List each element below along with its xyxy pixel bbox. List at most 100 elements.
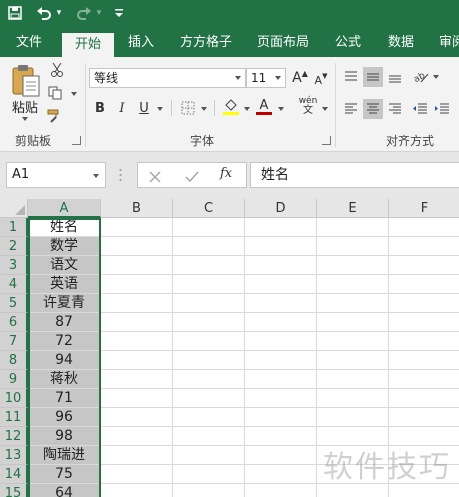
cell-d1[interactable] <box>245 218 317 237</box>
cell-a6[interactable]: 87 <box>28 313 101 332</box>
cell-d14[interactable] <box>245 465 317 484</box>
row-header-4[interactable]: 4 <box>0 275 28 294</box>
tab-home[interactable]: 开始 <box>62 33 114 57</box>
cell-d8[interactable] <box>245 351 317 370</box>
formula-input[interactable]: 姓名 <box>250 162 459 188</box>
cell-a7[interactable]: 72 <box>28 332 101 351</box>
orientation-dropdown-icon[interactable] <box>433 75 439 79</box>
cell-b9[interactable] <box>101 370 173 389</box>
cell-b7[interactable] <box>101 332 173 351</box>
cell-f11[interactable] <box>389 408 459 427</box>
cell-d2[interactable] <box>245 237 317 256</box>
tab-fangfang[interactable]: 方方格子 <box>172 26 240 57</box>
cell-a4[interactable]: 英语 <box>28 275 101 294</box>
cell-b2[interactable] <box>101 237 173 256</box>
formula-bar-grip-icon[interactable] <box>119 167 122 183</box>
cell-c2[interactable] <box>173 237 245 256</box>
row-header-3[interactable]: 3 <box>0 256 28 275</box>
font-size-dropdown[interactable]: 11 <box>246 68 286 88</box>
cell-c6[interactable] <box>173 313 245 332</box>
select-all-button[interactable] <box>0 199 28 218</box>
cell-b12[interactable] <box>101 427 173 446</box>
row-header-9[interactable]: 9 <box>0 370 28 389</box>
cell-d12[interactable] <box>245 427 317 446</box>
cell-e10[interactable] <box>317 389 389 408</box>
save-icon[interactable] <box>4 3 26 23</box>
paste-label[interactable]: 粘贴 <box>12 97 38 116</box>
cell-a5[interactable]: 许夏青 <box>28 294 101 313</box>
cell-c9[interactable] <box>173 370 245 389</box>
phonetic-dropdown-icon[interactable] <box>322 107 328 111</box>
cell-e8[interactable] <box>317 351 389 370</box>
fill-color-dropdown-icon[interactable] <box>244 107 250 111</box>
cell-a8[interactable]: 94 <box>28 351 101 370</box>
name-box[interactable]: A1 <box>6 162 106 188</box>
copy-icon[interactable] <box>46 84 64 102</box>
enter-icon[interactable] <box>185 169 199 183</box>
tab-data[interactable]: 数据 <box>378 26 424 57</box>
cell-c15[interactable] <box>173 484 245 497</box>
column-header-b[interactable]: B <box>101 199 173 218</box>
cell-e2[interactable] <box>317 237 389 256</box>
cell-d5[interactable] <box>245 294 317 313</box>
cell-b4[interactable] <box>101 275 173 294</box>
cell-a2[interactable]: 数学 <box>28 237 101 256</box>
cell-d10[interactable] <box>245 389 317 408</box>
borders-dropdown-icon[interactable] <box>201 107 207 111</box>
column-header-f[interactable]: F <box>389 199 459 218</box>
cell-f7[interactable] <box>389 332 459 351</box>
row-header-10[interactable]: 10 <box>0 389 28 408</box>
cell-c10[interactable] <box>173 389 245 408</box>
insert-function-button[interactable]: fx <box>220 166 232 181</box>
cell-c12[interactable] <box>173 427 245 446</box>
font-color-icon[interactable]: A <box>255 97 273 115</box>
cell-a13[interactable]: 陶瑞进 <box>28 446 101 465</box>
font-color-dropdown-icon[interactable] <box>278 107 284 111</box>
row-header-7[interactable]: 7 <box>0 332 28 351</box>
cell-e7[interactable] <box>317 332 389 351</box>
fill-color-icon[interactable] <box>222 97 240 115</box>
undo-icon[interactable] <box>34 3 54 23</box>
cell-b5[interactable] <box>101 294 173 313</box>
cell-c13[interactable] <box>173 446 245 465</box>
cell-b1[interactable] <box>101 218 173 237</box>
column-header-c[interactable]: C <box>173 199 245 218</box>
cell-d9[interactable] <box>245 370 317 389</box>
align-middle-icon[interactable] <box>363 67 383 87</box>
cell-c5[interactable] <box>173 294 245 313</box>
tab-review[interactable]: 审阅 <box>432 26 459 57</box>
paste-dropdown-icon[interactable] <box>22 117 28 121</box>
column-header-d[interactable]: D <box>245 199 317 218</box>
cell-f2[interactable] <box>389 237 459 256</box>
cell-c8[interactable] <box>173 351 245 370</box>
align-right-icon[interactable] <box>385 99 405 119</box>
undo-dropdown-icon[interactable]: ▾ <box>54 3 64 23</box>
cell-b13[interactable] <box>101 446 173 465</box>
bold-button[interactable]: B <box>91 99 109 117</box>
orientation-icon[interactable]: ab <box>410 66 430 86</box>
align-left-icon[interactable] <box>341 99 361 119</box>
cell-b3[interactable] <box>101 256 173 275</box>
align-top-icon[interactable] <box>341 67 361 87</box>
cell-e1[interactable] <box>317 218 389 237</box>
cell-a12[interactable]: 98 <box>28 427 101 446</box>
cell-a15[interactable]: 64 <box>28 484 101 497</box>
cell-e4[interactable] <box>317 275 389 294</box>
cell-d4[interactable] <box>245 275 317 294</box>
cell-a10[interactable]: 71 <box>28 389 101 408</box>
cell-d15[interactable] <box>245 484 317 497</box>
cell-b8[interactable] <box>101 351 173 370</box>
align-bottom-icon[interactable] <box>385 67 405 87</box>
customize-qat-icon[interactable] <box>112 3 126 23</box>
cell-b6[interactable] <box>101 313 173 332</box>
column-header-a[interactable]: A <box>28 199 101 218</box>
cell-e6[interactable] <box>317 313 389 332</box>
cell-c7[interactable] <box>173 332 245 351</box>
row-header-1[interactable]: 1 <box>0 218 28 237</box>
row-header-12[interactable]: 12 <box>0 427 28 446</box>
align-center-icon[interactable] <box>363 99 383 119</box>
underline-button[interactable]: U <box>135 99 153 117</box>
format-painter-icon[interactable] <box>46 107 64 125</box>
row-header-5[interactable]: 5 <box>0 294 28 313</box>
cell-f10[interactable] <box>389 389 459 408</box>
